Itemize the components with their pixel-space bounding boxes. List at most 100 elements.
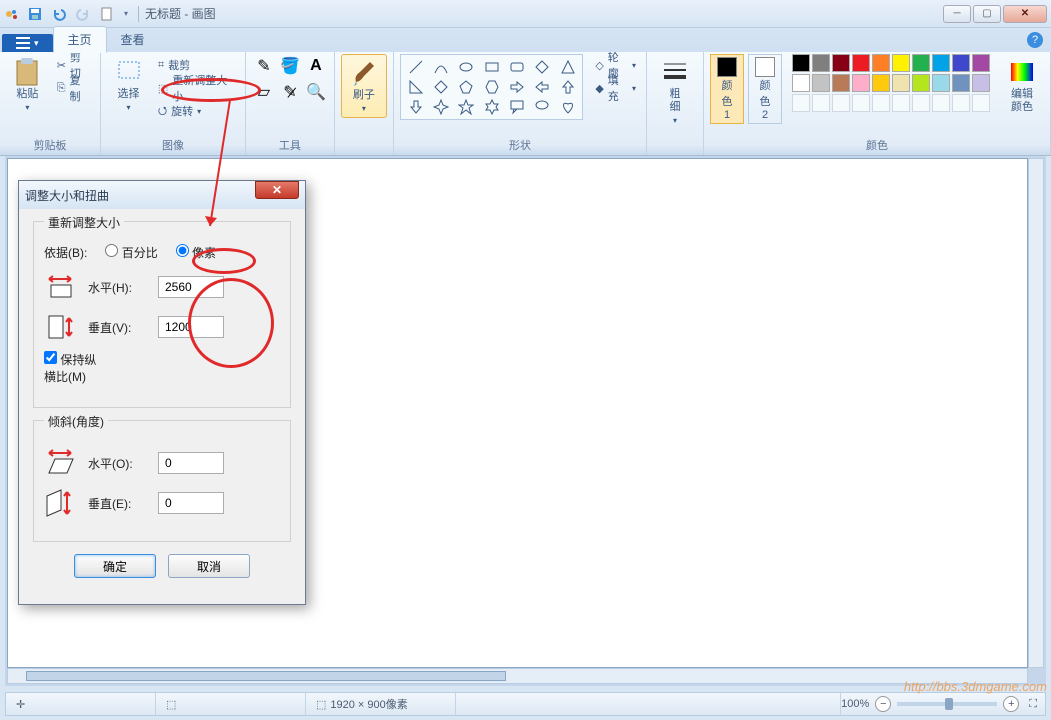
qat-redo-button[interactable]	[72, 3, 94, 25]
zoom-tool[interactable]: 🔍	[304, 80, 328, 104]
dialog-close-button[interactable]: ✕	[255, 181, 299, 199]
zoom-slider[interactable]	[897, 702, 997, 706]
help-button[interactable]: ?	[1027, 32, 1043, 48]
palette-cell[interactable]	[932, 94, 950, 112]
shape-callout[interactable]	[504, 97, 529, 117]
shape-arrow-l[interactable]	[530, 77, 555, 97]
qat-new-button[interactable]	[96, 3, 118, 25]
qat-undo-button[interactable]	[48, 3, 70, 25]
palette-cell[interactable]	[832, 74, 850, 92]
shape-star5[interactable]	[454, 97, 479, 117]
skew-h-input[interactable]	[158, 452, 224, 474]
color1-button[interactable]: 颜 色 1	[710, 54, 744, 124]
palette-cell[interactable]	[832, 94, 850, 112]
minimize-button[interactable]: ─	[943, 5, 971, 23]
palette-cell[interactable]	[892, 74, 910, 92]
qat-customize-button[interactable]: ▾	[120, 3, 132, 25]
palette-cell[interactable]	[972, 94, 990, 112]
palette-cell[interactable]	[852, 54, 870, 72]
pencil-tool[interactable]: ✎	[252, 54, 276, 78]
horizontal-input[interactable]	[158, 276, 224, 298]
text-tool[interactable]: A	[304, 54, 328, 78]
maximize-button[interactable]: ▢	[973, 5, 1001, 23]
skew-v-input[interactable]	[158, 492, 224, 514]
palette-cell[interactable]	[872, 74, 890, 92]
shape-hexagon[interactable]	[479, 77, 504, 97]
shape-oval[interactable]	[454, 57, 479, 77]
palette-cell[interactable]	[932, 74, 950, 92]
radio-pixels[interactable]: 像素	[176, 244, 216, 261]
palette-cell[interactable]	[792, 94, 810, 112]
shape-arrow-d[interactable]	[403, 97, 428, 117]
fill-button[interactable]: ◆填充▾	[591, 77, 640, 99]
vertical-scrollbar[interactable]	[1028, 158, 1044, 668]
shape-pentagon[interactable]	[454, 77, 479, 97]
palette-cell[interactable]	[892, 94, 910, 112]
shape-curve[interactable]	[428, 57, 453, 77]
radio-percent[interactable]: 百分比	[105, 244, 157, 261]
palette-cell[interactable]	[952, 74, 970, 92]
resize-button[interactable]: ⬚重新调整大小	[154, 77, 239, 99]
shape-diamond[interactable]	[428, 77, 453, 97]
palette-cell[interactable]	[912, 94, 930, 112]
group-colors: 颜 色 1 颜 色 2 编辑颜色 颜色	[704, 52, 1051, 155]
palette-cell[interactable]	[932, 54, 950, 72]
shapes-gallery[interactable]	[400, 54, 583, 120]
fullscreen-icon[interactable]: ⛶	[1029, 698, 1037, 711]
tab-view[interactable]: 查看	[107, 27, 159, 52]
shape-roundrect[interactable]	[504, 57, 529, 77]
qat-save-button[interactable]	[24, 3, 46, 25]
select-button[interactable]: 选择 ▾	[107, 54, 150, 116]
palette-cell[interactable]	[972, 54, 990, 72]
palette-cell[interactable]	[812, 54, 830, 72]
shape-star6[interactable]	[479, 97, 504, 117]
palette-cell[interactable]	[952, 54, 970, 72]
palette-cell[interactable]	[972, 74, 990, 92]
palette-cell[interactable]	[812, 74, 830, 92]
palette-cell[interactable]	[892, 54, 910, 72]
palette-cell[interactable]	[852, 74, 870, 92]
palette-cell[interactable]	[792, 54, 810, 72]
dialog-titlebar[interactable]: 调整大小和扭曲 ✕	[19, 181, 305, 209]
shape-rect[interactable]	[479, 57, 504, 77]
shape-heart[interactable]	[555, 97, 580, 117]
aspect-checkbox[interactable]: 保持纵横比(M)	[44, 351, 102, 385]
shape-callout2[interactable]	[530, 97, 555, 117]
edit-colors-button[interactable]: 编辑颜色	[1000, 54, 1044, 116]
copy-button[interactable]: ⎘复制	[53, 77, 94, 99]
vertical-input[interactable]	[158, 316, 224, 338]
brushes-button[interactable]: 刷子 ▾	[341, 54, 387, 118]
eraser-tool[interactable]: ▱	[252, 80, 276, 104]
shape-arrow-u[interactable]	[555, 77, 580, 97]
shape-line[interactable]	[403, 57, 428, 77]
palette-cell[interactable]	[852, 94, 870, 112]
file-tab[interactable]: ▾	[2, 34, 53, 52]
palette-cell[interactable]	[812, 94, 830, 112]
close-button[interactable]: ✕	[1003, 5, 1047, 23]
palette-cell[interactable]	[912, 54, 930, 72]
fill-tool[interactable]: 🪣	[278, 54, 302, 78]
ok-button[interactable]: 确定	[74, 554, 156, 578]
shape-star4[interactable]	[428, 97, 453, 117]
shape-arrow-r[interactable]	[504, 77, 529, 97]
palette-cell[interactable]	[792, 74, 810, 92]
zoom-label: 100%	[841, 698, 869, 710]
color2-button[interactable]: 颜 色 2	[748, 54, 782, 124]
tab-home[interactable]: 主页	[53, 26, 107, 53]
zoom-out-button[interactable]: −	[875, 696, 891, 712]
palette-cell[interactable]	[872, 54, 890, 72]
shape-rtriangle[interactable]	[403, 77, 428, 97]
rotate-button[interactable]: ⭯旋转▾	[154, 100, 239, 122]
palette-cell[interactable]	[912, 74, 930, 92]
shape-triangle[interactable]	[555, 57, 580, 77]
palette-cell[interactable]	[952, 94, 970, 112]
palette-cell[interactable]	[832, 54, 850, 72]
paste-button[interactable]: 粘贴 ▾	[6, 54, 49, 116]
cancel-button[interactable]: 取消	[168, 554, 250, 578]
palette-cell[interactable]	[872, 94, 890, 112]
picker-tool[interactable]: ✎̷	[278, 80, 302, 104]
horizontal-scrollbar[interactable]	[7, 668, 1028, 684]
thickness-button[interactable]: 粗 细 ▾	[653, 54, 697, 129]
zoom-in-button[interactable]: +	[1003, 696, 1019, 712]
shape-polygon[interactable]	[530, 57, 555, 77]
